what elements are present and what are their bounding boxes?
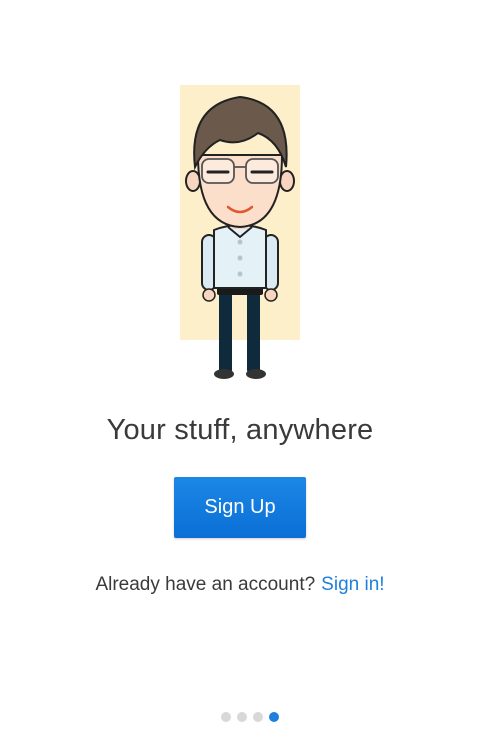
right-shoe xyxy=(246,369,266,379)
shirt-button xyxy=(237,255,243,261)
page-dot-2[interactable] xyxy=(237,712,247,722)
left-hand xyxy=(202,288,216,302)
headline: Your stuff, anywhere xyxy=(106,414,374,446)
sign-up-button[interactable]: Sign Up xyxy=(174,477,306,538)
page-dot-1[interactable] xyxy=(221,712,231,722)
sign-in-link[interactable]: Sign in! xyxy=(321,574,384,595)
page-dot-4-active[interactable] xyxy=(269,712,279,722)
sign-in-prompt: Already have an account? xyxy=(95,574,316,595)
person-illustration xyxy=(180,85,300,379)
right-hand xyxy=(264,288,278,302)
shirt-button xyxy=(237,271,243,277)
page-dot-3[interactable] xyxy=(253,712,263,722)
left-leg xyxy=(219,290,232,372)
shirt-button xyxy=(237,239,243,245)
right-leg xyxy=(247,290,260,372)
onboarding-screen: Your stuff, anywhere Sign Up Already hav… xyxy=(0,0,480,750)
sign-in-row: Already have an account? Sign in! xyxy=(0,574,480,596)
page-indicator xyxy=(0,712,480,722)
left-shoe xyxy=(214,369,234,379)
